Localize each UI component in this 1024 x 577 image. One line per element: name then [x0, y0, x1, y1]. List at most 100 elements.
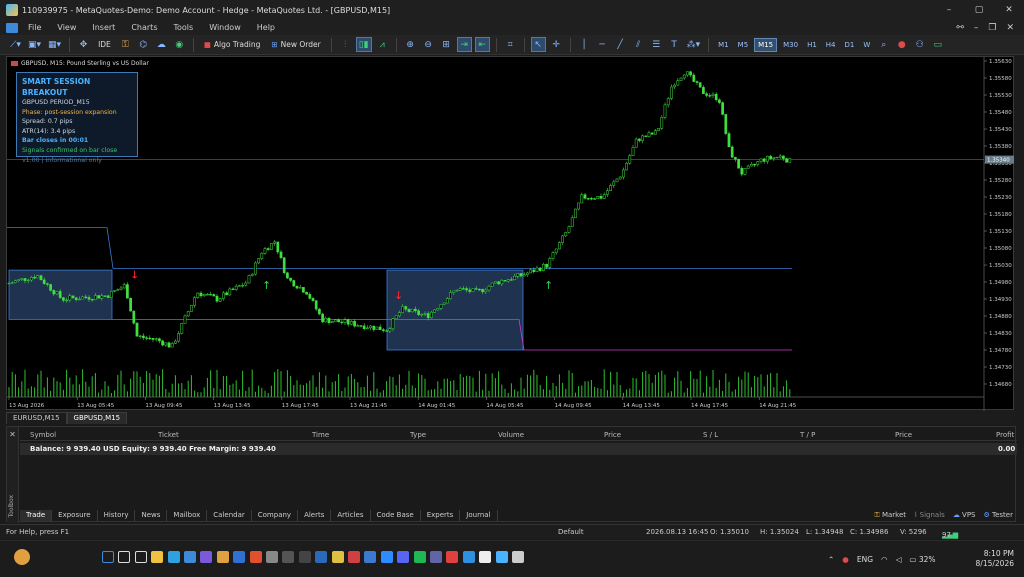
vscode-icon[interactable] [462, 551, 475, 563]
linkedin-icon[interactable] [315, 551, 328, 563]
wifi-icon[interactable]: ◠ [881, 555, 888, 564]
line-chart-icon[interactable]: ⩘ [375, 37, 390, 52]
col-price[interactable]: Price [604, 431, 621, 439]
tab-code-base[interactable]: Code Base [371, 510, 421, 521]
tab-company[interactable]: Company [252, 510, 299, 521]
chart-tab-gbpusd[interactable]: GBPUSD,M15 [66, 412, 128, 424]
crosshair-icon[interactable]: ✛ [549, 37, 564, 52]
horizontal-line-icon[interactable]: ─ [595, 37, 610, 52]
share-icon[interactable]: ⚯ [956, 23, 964, 33]
discord-icon[interactable] [397, 551, 410, 563]
tab-calendar[interactable]: Calendar [207, 510, 252, 521]
metatrader-icon[interactable] [495, 551, 508, 563]
widgets-icon[interactable] [14, 549, 30, 565]
chart-restore-icon[interactable]: ❐ [988, 23, 996, 33]
chart-menu-icon[interactable] [6, 22, 18, 33]
autoscroll-icon[interactable]: ⇥ [456, 37, 472, 52]
zoom-out-icon[interactable]: ⊖ [421, 37, 436, 52]
file-explorer-icon[interactable] [151, 551, 164, 563]
app-tray-icon[interactable]: ● [842, 555, 849, 564]
chart-close-icon[interactable]: ✕ [1006, 23, 1014, 33]
col-profit[interactable]: Profit [996, 431, 1014, 439]
tf-w1[interactable]: W [860, 38, 873, 52]
col-tp[interactable]: T / P [800, 431, 815, 439]
more-icon[interactable] [512, 551, 524, 563]
text-icon[interactable]: T [667, 37, 682, 52]
volume-icon[interactable]: ◁ [896, 555, 902, 564]
terminal-icon[interactable] [298, 551, 311, 563]
camera-icon[interactable] [282, 551, 295, 563]
search-icon[interactable] [118, 551, 131, 563]
notes-icon[interactable] [331, 551, 344, 563]
menu-view[interactable]: View [49, 23, 84, 32]
fibonacci-icon[interactable]: ☰ [649, 37, 664, 52]
tab-experts[interactable]: Experts [421, 510, 461, 521]
tf-m5[interactable]: M5 [735, 38, 752, 52]
signals-tab[interactable]: ⌇ Signals [914, 511, 945, 520]
col-sl[interactable]: S / L [703, 431, 718, 439]
tab-trade[interactable]: Trade [20, 510, 53, 521]
tab-articles[interactable]: Articles [331, 510, 371, 521]
calendar-icon[interactable] [364, 551, 377, 563]
tf-m1[interactable]: M1 [715, 38, 732, 52]
photos-icon[interactable] [200, 551, 213, 563]
cloud-icon[interactable]: ☁ [154, 37, 169, 52]
minimize-button[interactable]: – [934, 0, 964, 20]
tf-h4[interactable]: H4 [823, 38, 839, 52]
cursor-icon[interactable]: ↖ [530, 37, 546, 52]
market-tab[interactable]: ⚿ Market [874, 511, 906, 520]
tf-d1[interactable]: D1 [842, 38, 858, 52]
media-icon[interactable] [348, 551, 360, 563]
menu-file[interactable]: File [20, 23, 49, 32]
new-order-button[interactable]: ⊞ New Order [267, 37, 324, 52]
notifications-icon[interactable]: ● [894, 37, 909, 52]
teams-icon[interactable] [430, 551, 442, 563]
toolbox-close-icon[interactable]: ✕ [7, 430, 18, 439]
price-chart[interactable]: ↓ ↓ ↑ ↑ 1.35630 1.35580 1.35530 1.35480 1.35430 1… [7, 57, 1015, 411]
menu-insert[interactable]: Insert [84, 23, 123, 32]
zoom-in-icon[interactable]: ⊕ [403, 37, 418, 52]
algo-trading-button[interactable]: ■ Algo Trading [200, 37, 265, 52]
channel-icon[interactable]: ⫽ [631, 37, 646, 52]
col-current-price[interactable]: Price [895, 431, 912, 439]
tab-alerts[interactable]: Alerts [298, 510, 332, 521]
profiles-icon[interactable]: ▦▾ [46, 37, 63, 52]
status-profile[interactable]: Default [558, 528, 584, 536]
vps-tab[interactable]: ☁ VPS [953, 511, 976, 520]
candlestick-icon[interactable]: ▯▮ [355, 37, 372, 52]
tester-tab[interactable]: ⚙ Tester [984, 511, 1014, 520]
col-symbol[interactable]: Symbol [30, 431, 56, 439]
tab-news[interactable]: News [135, 510, 168, 521]
chart-minimize-icon[interactable]: – [974, 23, 979, 33]
menu-window[interactable]: Window [201, 23, 249, 32]
tab-exposure[interactable]: Exposure [52, 510, 98, 521]
chart-window[interactable]: GBPUSD, M15: Pound Sterling vs US Dollar… [6, 56, 1015, 411]
tab-mailbox[interactable]: Mailbox [167, 510, 208, 521]
account-icon[interactable]: ⚇ [912, 37, 927, 52]
chart-type-icon[interactable]: ⟋▾ [8, 37, 23, 52]
settings-icon[interactable] [266, 551, 278, 563]
battery-status[interactable]: ▭ 32% [909, 555, 935, 564]
tf-h1[interactable]: H1 [804, 38, 820, 52]
strategy-tester-icon[interactable]: ⌬ [136, 37, 151, 52]
maps-icon[interactable] [446, 551, 459, 563]
col-ticket[interactable]: Ticket [158, 431, 179, 439]
new-chart-icon[interactable]: ▣▾ [26, 37, 43, 52]
clock[interactable]: 8:10 PM 8/15/2026 [976, 541, 1014, 577]
tf-m15[interactable]: M15 [754, 37, 778, 52]
office-icon[interactable] [249, 551, 262, 563]
menu-charts[interactable]: Charts [123, 23, 165, 32]
screenshot-icon[interactable]: ⌗ [503, 37, 518, 52]
market-icon[interactable]: ⚿ [118, 37, 133, 52]
chrome-icon[interactable] [216, 551, 229, 563]
vps-icon[interactable]: ◉ [172, 37, 187, 52]
edge-icon[interactable] [167, 551, 180, 563]
maximize-button[interactable]: ▢ [964, 0, 994, 20]
grid-icon[interactable]: ⊞ [439, 37, 454, 52]
ide-button[interactable]: IDE [94, 37, 115, 52]
search-icon[interactable]: ⌕ [876, 37, 891, 52]
shapes-icon[interactable]: ⁂▾ [685, 37, 703, 52]
menu-tools[interactable]: Tools [165, 23, 201, 32]
col-type[interactable]: Type [410, 431, 426, 439]
chart-tab-eurusd[interactable]: EURUSD,M15 [6, 412, 67, 424]
